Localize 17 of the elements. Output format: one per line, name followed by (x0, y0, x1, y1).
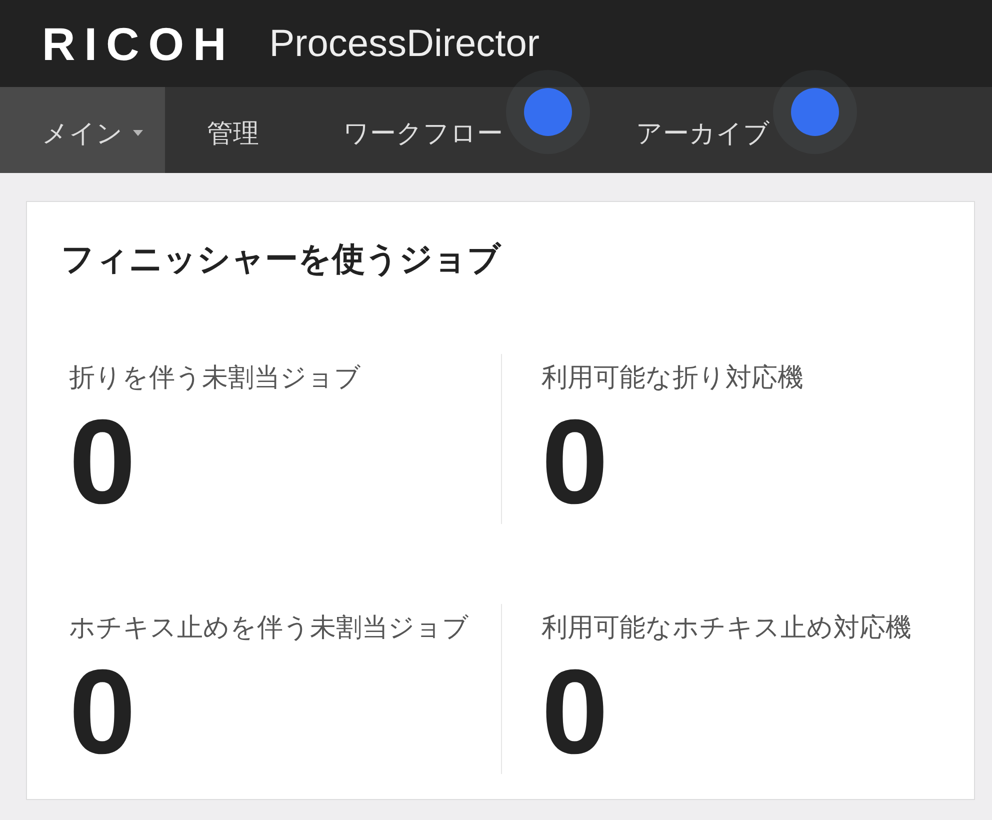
logo-wordmark: RICOH (42, 20, 236, 66)
nav-tab[interactable]: アーカイブ (594, 87, 770, 173)
nav-tab[interactable]: メイン (0, 87, 165, 173)
hotspot-icon[interactable] (506, 70, 590, 154)
metric-value: 0 (69, 402, 137, 522)
metric-value: 0 (542, 652, 610, 772)
metric-label: 利用可能なホチキス止め対応機 (542, 612, 912, 645)
metric-label: 利用可能な折り対応機 (542, 362, 804, 395)
metric-value: 0 (542, 402, 610, 522)
hotspot-icon[interactable] (773, 70, 857, 154)
nav-tab[interactable]: ワークフロー (301, 87, 503, 173)
metric-label: 折りを伴う未割当ジョブ (69, 362, 362, 395)
product-name: ProcessDirector (269, 24, 540, 62)
metric-label: ホチキス止めを伴う未割当ジョブ (69, 612, 470, 645)
card-title: フィニッシャーを使うジョブ (61, 238, 502, 280)
nav-tab[interactable]: 管理 (165, 87, 301, 173)
metric-value: 0 (69, 652, 137, 772)
